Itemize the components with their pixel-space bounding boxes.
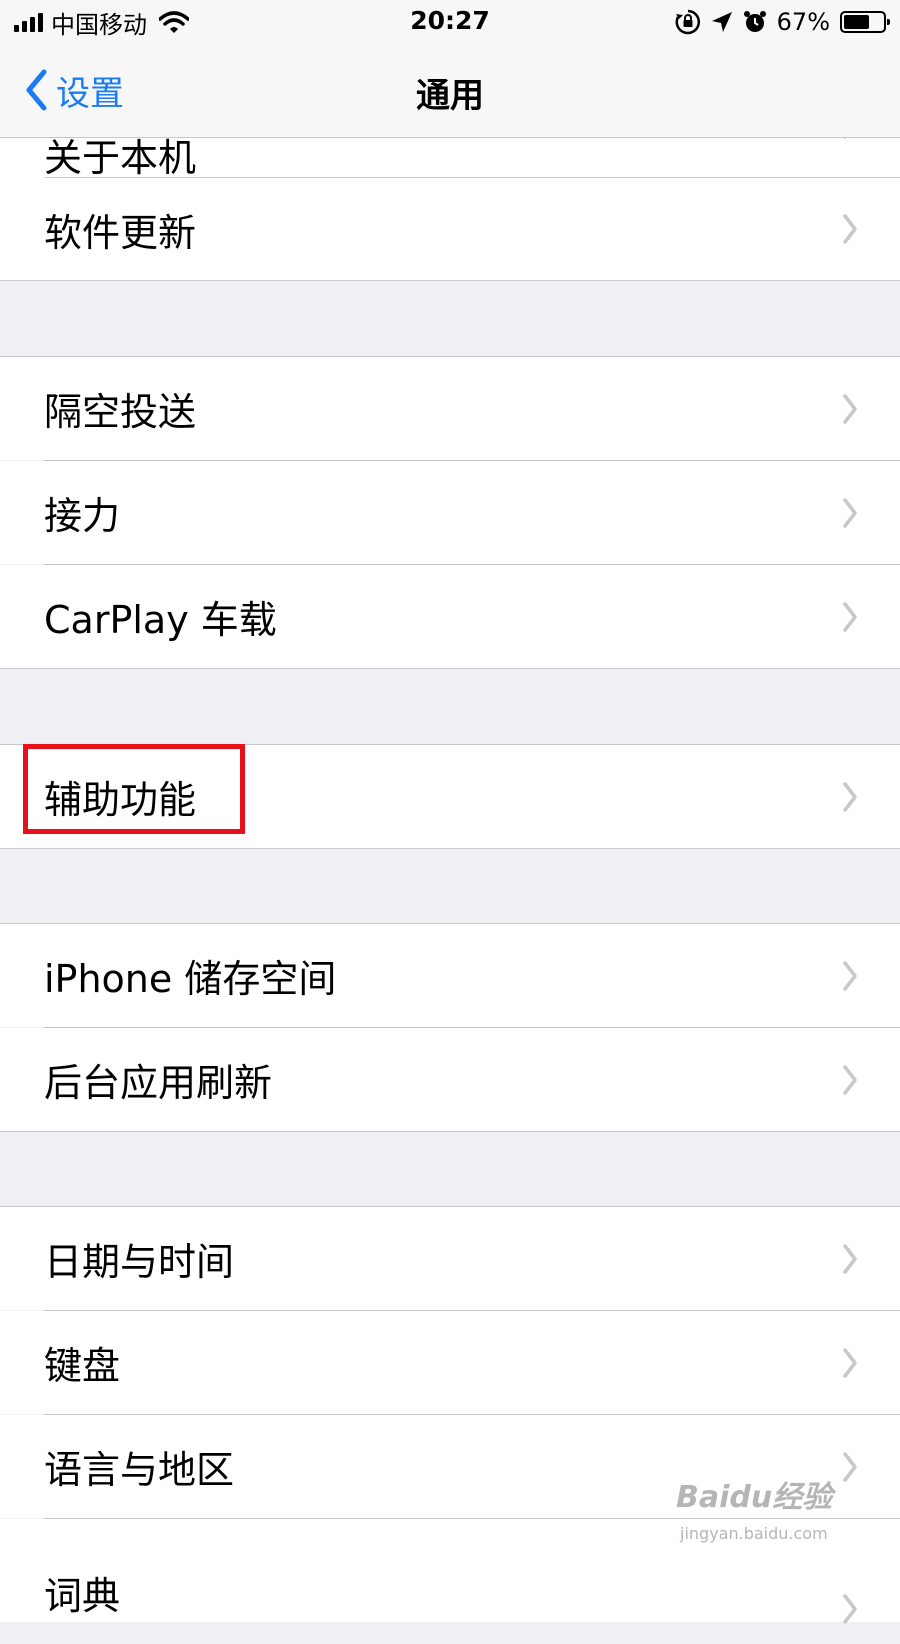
list-item-label: CarPlay 车载 — [44, 598, 277, 642]
list-item-label: 隔空投送 — [44, 390, 197, 434]
list-item-label: 接力 — [44, 494, 121, 538]
chevron-right-icon — [843, 497, 857, 528]
chevron-right-icon — [843, 1347, 857, 1378]
list-item-carplay[interactable]: CarPlay 车载 — [0, 565, 900, 668]
highlight-annotation-box — [23, 744, 245, 834]
list-item-keyboard[interactable]: 键盘 — [0, 1311, 900, 1414]
list-item-airdrop[interactable]: 隔空投送 — [0, 357, 900, 460]
chevron-right-icon — [843, 601, 857, 632]
page-title: 通用 — [416, 76, 484, 116]
list-item-label: 软件更新 — [44, 210, 197, 255]
battery-icon — [840, 11, 890, 33]
chevron-right-icon — [843, 1593, 857, 1624]
watermark-logo-text: Baidu经验 — [676, 1480, 833, 1515]
chevron-right-icon — [843, 960, 857, 991]
list-item-date-time[interactable]: 日期与时间 — [0, 1207, 900, 1310]
list-item-label: iPhone 储存空间 — [44, 957, 337, 1001]
group-border — [0, 280, 900, 281]
chevron-right-icon — [843, 781, 857, 812]
list-item-label: 键盘 — [44, 1344, 121, 1388]
alarm-icon — [743, 11, 766, 32]
list-item-label: 日期与时间 — [44, 1240, 235, 1284]
group-border — [0, 1131, 900, 1132]
list-item-handoff[interactable]: 接力 — [0, 461, 900, 564]
list-item-background-refresh[interactable]: 后台应用刷新 — [0, 1028, 900, 1131]
orientation-lock-icon — [675, 9, 700, 35]
location-arrow-icon — [711, 12, 732, 32]
status-right: 67% — [675, 8, 890, 36]
list-item-iphone-storage[interactable]: iPhone 储存空间 — [0, 924, 900, 1027]
list-item-label: 词典 — [44, 1574, 121, 1618]
status-bar: 中国移动 20:27 67% — [0, 0, 900, 44]
watermark-url: jingyan.baidu.com — [680, 1524, 828, 1543]
chevron-right-icon — [843, 393, 857, 424]
navigation-bar: 设置 通用 — [0, 44, 900, 138]
list-item-software-update[interactable]: 软件更新 — [0, 178, 900, 280]
battery-nub — [887, 19, 890, 25]
battery-percent: 67% — [776, 8, 830, 36]
settings-list: 关于本机 软件更新 隔空投送 接力 CarPlay 车载 辅助功能 iPhone… — [0, 0, 900, 1624]
chevron-right-icon — [843, 1243, 857, 1274]
group-border — [0, 848, 900, 849]
chevron-right-icon — [843, 214, 857, 244]
group-border — [0, 668, 900, 669]
list-item-label: 语言与地区 — [44, 1448, 235, 1492]
list-item-label: 后台应用刷新 — [44, 1061, 273, 1105]
chevron-right-icon — [843, 1064, 857, 1095]
battery-level-fill — [844, 15, 869, 29]
baidu-jingyan-watermark: Baidu经验 jingyan.baidu.com — [676, 1472, 876, 1572]
